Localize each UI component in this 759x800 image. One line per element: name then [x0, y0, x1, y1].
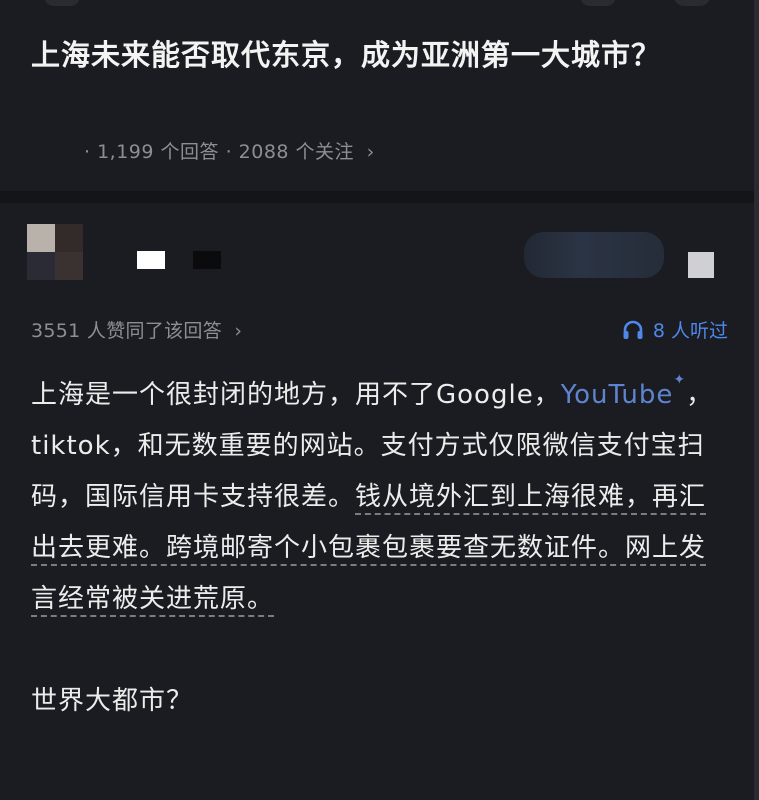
top-bar-remnant — [0, 0, 759, 6]
avatar[interactable] — [27, 224, 83, 280]
headphone-icon — [623, 320, 643, 339]
author-badge-redacted — [193, 251, 221, 269]
top-button-fragment — [580, 0, 616, 6]
top-button-fragment — [674, 0, 710, 6]
follow-button-redacted[interactable] — [524, 232, 664, 278]
youtube-link-label: YouTube — [560, 380, 674, 410]
author-row[interactable] — [0, 220, 754, 285]
answer-paragraph: 世界大都市？ — [31, 686, 194, 716]
vote-summary[interactable]: 3551 人赞同了该回答 › — [31, 316, 242, 343]
scrollbar-edge — [754, 0, 759, 800]
answer-content[interactable]: 上海是一个很封闭的地方，用不了Google，YouTube✦，tiktok，和无… — [31, 370, 731, 727]
answer-paragraph: 上海是一个很封闭的地方，用不了Google，YouTube✦，tiktok，和无… — [31, 370, 731, 625]
vote-count-text: 3551 人赞同了该回答 — [31, 320, 222, 342]
link-sparkle-icon: ✦ — [673, 372, 687, 388]
question-title[interactable]: 上海未来能否取代东京，成为亚洲第一大城市？ — [31, 32, 711, 79]
section-divider — [0, 191, 754, 203]
author-name-redacted[interactable] — [137, 251, 165, 269]
chevron-right-icon: › — [366, 141, 375, 163]
follow-count: · 2088 个关注 — [225, 141, 355, 163]
listen-count: 8 人听过 — [652, 320, 728, 342]
top-button-fragment — [44, 0, 80, 6]
question-meta[interactable]: · 1,199 个回答 · 2088 个关注 › — [84, 137, 375, 164]
chevron-right-icon: › — [234, 320, 243, 342]
more-options-redacted[interactable] — [688, 252, 714, 278]
listen-button[interactable]: 8 人听过 — [622, 316, 728, 343]
answer-text: 上海是一个很封闭的地方，用不了Google， — [31, 380, 561, 410]
answer-count: · 1,199 个回答 — [84, 141, 220, 163]
youtube-link[interactable]: YouTube✦ — [560, 372, 686, 410]
